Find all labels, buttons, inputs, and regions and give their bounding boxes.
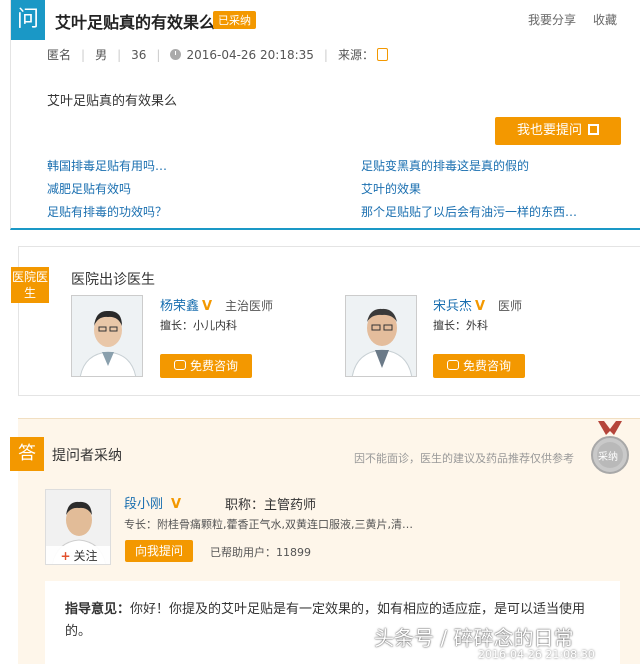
clock-icon bbox=[170, 49, 182, 60]
disclaimer-note: 因不能面诊，医生的建议及药品推荐仅供参考 bbox=[354, 452, 574, 465]
follow-label: 关注 bbox=[73, 549, 98, 563]
doctor-name-text: 杨荣鑫 bbox=[160, 299, 200, 314]
doctor-name[interactable]: 段小刚 V bbox=[124, 493, 181, 512]
source-label: 来源： bbox=[337, 48, 374, 62]
asker-name: 匿名 bbox=[47, 48, 72, 62]
doctor-name[interactable]: 宋兵杰 V bbox=[433, 295, 485, 314]
adopted-medal-icon: 采纳 bbox=[590, 421, 630, 477]
question-body: 艾叶足贴真的有效果么 bbox=[47, 94, 178, 109]
divider: | bbox=[156, 47, 161, 62]
hospital-badge: 医院医生 bbox=[11, 267, 49, 303]
related-link[interactable]: 减肥足贴有效吗 bbox=[47, 180, 131, 197]
phone-icon bbox=[376, 48, 388, 61]
asker-gender: 男 bbox=[95, 48, 108, 62]
chat-icon bbox=[446, 360, 459, 370]
doctor-photo[interactable]: + 关注 bbox=[45, 489, 111, 565]
hospital-section-title: 医院出诊医生 bbox=[71, 272, 155, 288]
ask-question-label: 我也要提问 bbox=[516, 123, 582, 138]
related-link[interactable]: 足贴变黑真的排毒这是真的假的 bbox=[361, 157, 529, 174]
free-consult-button[interactable]: 免费咨询 bbox=[160, 354, 252, 378]
doctor-specialty: 擅长：外科 bbox=[433, 319, 488, 332]
doctor-photo[interactable] bbox=[71, 295, 143, 377]
helped-users-count: 已帮助用户：11899 bbox=[210, 546, 311, 559]
doctor-specialty: 专长：附桂骨痛颗粒,藿香正气水,双黄连口服液,三黄片,清… bbox=[124, 518, 413, 531]
verified-icon: V bbox=[202, 299, 213, 314]
answer-badge: 答 bbox=[10, 437, 44, 471]
question-meta: 匿名 | 男 | 36 | 2016-04-26 20:18:35 | 来源： bbox=[47, 46, 388, 63]
follow-button[interactable]: + 关注 bbox=[46, 546, 110, 564]
ask-me-button[interactable]: 向我提问 bbox=[125, 540, 193, 562]
doctor-avatar-icon bbox=[72, 296, 142, 376]
doctor-rank: 职称：主管药师 bbox=[225, 498, 317, 513]
question-title: 艾叶足贴真的有效果么 bbox=[55, 13, 216, 32]
watermark-timestamp: 2016-04-26 21:08:30 bbox=[478, 648, 595, 661]
doctor-name-text: 段小刚 bbox=[124, 497, 164, 512]
chat-icon bbox=[173, 360, 186, 370]
doctor-title: 主治医师 bbox=[225, 299, 274, 313]
doctor-name-text: 宋兵杰 bbox=[433, 299, 473, 314]
doctor-specialty: 擅长：小儿内科 bbox=[160, 319, 237, 332]
related-link[interactable]: 艾叶的效果 bbox=[361, 180, 421, 197]
status-badge: 已采纳 bbox=[213, 11, 256, 29]
consult-label: 免费咨询 bbox=[189, 359, 238, 373]
watermark-text: 头条号 / 碎碎念的日常 bbox=[374, 626, 574, 650]
verified-icon: V bbox=[171, 497, 182, 512]
question-card: 问 艾叶足贴真的有效果么 已采纳 我要分享 收藏 匿名 | 男 | 36 | 2… bbox=[10, 0, 640, 230]
related-link[interactable]: 足贴有排毒的功效吗？ bbox=[47, 203, 167, 220]
divider: | bbox=[117, 47, 122, 62]
doctor-avatar-icon bbox=[346, 296, 416, 376]
verified-icon: V bbox=[475, 299, 486, 314]
free-consult-button[interactable]: 免费咨询 bbox=[433, 354, 525, 378]
consult-label: 免费咨询 bbox=[462, 359, 511, 373]
medal-label: 采纳 bbox=[598, 452, 618, 463]
question-datetime: 2016-04-26 20:18:35 bbox=[186, 47, 314, 62]
doctor-name[interactable]: 杨荣鑫 V bbox=[160, 295, 212, 314]
divider: | bbox=[323, 47, 328, 62]
ask-question-button[interactable]: 我也要提问 bbox=[495, 117, 621, 145]
doctor-photo[interactable] bbox=[345, 295, 417, 377]
share-link[interactable]: 我要分享 bbox=[528, 11, 576, 28]
asker-age: 36 bbox=[131, 47, 147, 62]
qr-code-icon bbox=[588, 124, 599, 135]
answer-doctor-card: + 关注 段小刚 V 职称：主管药师 专长：附桂骨痛颗粒,藿香正气水,双黄连口服液,… bbox=[45, 489, 620, 567]
divider: | bbox=[81, 47, 86, 62]
opinion-label: 指导意见： bbox=[65, 602, 131, 617]
hospital-doctors-panel: 医院医生 医院出诊医生 杨荣鑫 V 主治医师 擅长：小儿内科 免费咨询 宋兵杰 V … bbox=[11, 246, 640, 396]
favorite-link[interactable]: 收藏 bbox=[593, 11, 617, 28]
question-badge: 问 bbox=[11, 0, 45, 40]
doctor-title: 医师 bbox=[498, 299, 523, 313]
related-link[interactable]: 那个足贴贴了以后会有油污一样的东西… bbox=[361, 203, 577, 220]
plus-icon: + bbox=[60, 549, 71, 563]
related-link[interactable]: 韩国排毒足贴有用吗… bbox=[47, 157, 167, 174]
answer-title: 提问者采纳 bbox=[52, 448, 122, 464]
